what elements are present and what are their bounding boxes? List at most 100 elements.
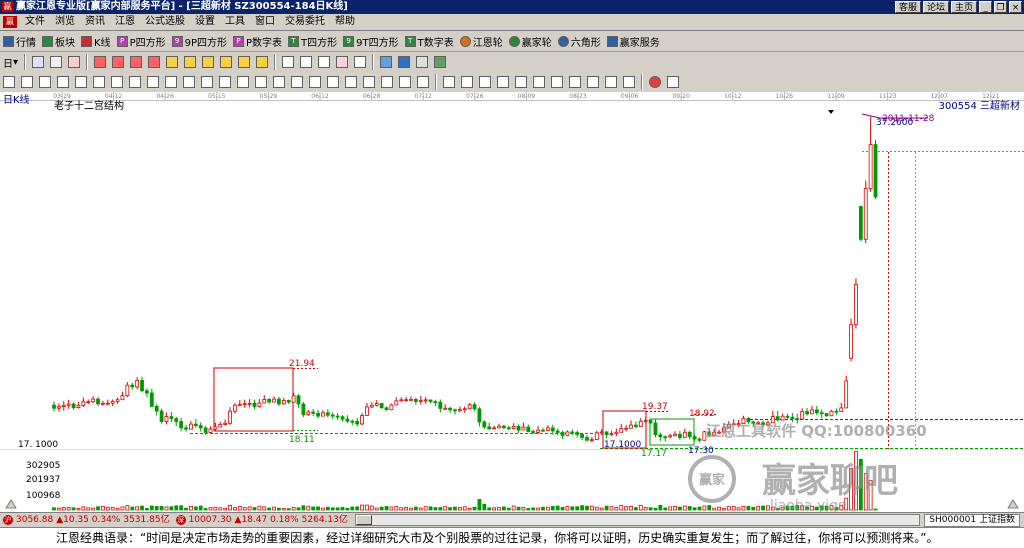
window-icon[interactable]	[380, 56, 393, 68]
cursor-icon[interactable]	[32, 56, 45, 68]
diamond-icon[interactable]	[202, 56, 215, 68]
menu-browse[interactable]: 浏览	[50, 14, 80, 30]
restore-icon[interactable]: ❐	[994, 1, 1007, 13]
time-ruler-icon[interactable]	[461, 76, 473, 88]
diamond-icon[interactable]	[166, 56, 179, 68]
9t-square-button[interactable]: 9 9T四方形	[343, 34, 399, 49]
p-square-button[interactable]: P P四方形	[116, 34, 166, 49]
period-line-icon[interactable]	[417, 76, 429, 88]
measure-icon[interactable]	[443, 76, 455, 88]
gann-grid-icon[interactable]	[39, 76, 51, 88]
angle-ruler-icon[interactable]	[497, 76, 509, 88]
rotate-icon[interactable]	[587, 76, 599, 88]
zoom-icon[interactable]	[50, 56, 63, 68]
percent-icon[interactable]	[515, 76, 527, 88]
menu-app-icon[interactable]: 赢	[3, 16, 17, 28]
spiral-icon[interactable]	[237, 76, 249, 88]
mirror-icon[interactable]	[551, 76, 563, 88]
gann-square-icon[interactable]	[75, 76, 87, 88]
fibonacci-icon[interactable]	[201, 76, 213, 88]
forum-button[interactable]: 论坛	[922, 1, 949, 13]
diamond-icon[interactable]	[220, 56, 233, 68]
last-icon[interactable]	[112, 56, 125, 68]
flag-icon[interactable]	[68, 56, 81, 68]
speed-line-icon[interactable]	[363, 76, 375, 88]
hand-icon[interactable]	[282, 56, 295, 68]
menu-news[interactable]: 资讯	[80, 14, 110, 30]
ticker-scrollbar[interactable]	[354, 514, 921, 526]
index-selector[interactable]: SH000001 上证指数	[924, 513, 1020, 527]
diamond-icon[interactable]	[184, 56, 197, 68]
split-icon[interactable]	[533, 76, 545, 88]
text-icon[interactable]	[354, 56, 367, 68]
gann-wheel-button[interactable]: 江恩轮	[459, 34, 503, 49]
close-icon[interactable]: ×	[1009, 1, 1022, 13]
menu-formula-screener[interactable]: 公式选股	[140, 14, 190, 30]
color-wheel-icon[interactable]	[649, 76, 661, 88]
minimize-icon[interactable]: _	[979, 1, 992, 13]
volume-bar	[511, 505, 516, 511]
hexagon-button[interactable]: 六角形	[557, 34, 601, 49]
print-icon[interactable]	[416, 56, 429, 68]
menu-file[interactable]: 文件	[20, 14, 50, 30]
wave-icon[interactable]	[569, 76, 581, 88]
menu-tools[interactable]: 工具	[220, 14, 250, 30]
candle-body	[291, 395, 296, 403]
gann-box-icon[interactable]	[57, 76, 69, 88]
period-selector[interactable]: 日 ▾	[3, 55, 18, 70]
menu-help[interactable]: 帮助	[330, 14, 360, 30]
arrow-icon[interactable]	[399, 76, 411, 88]
kline-button[interactable]: K线	[81, 34, 111, 49]
t-number-table-button[interactable]: T T数字表	[404, 34, 454, 49]
diamond-icon[interactable]	[238, 56, 251, 68]
ellipse-icon[interactable]	[345, 76, 357, 88]
gann-price-icon[interactable]	[183, 76, 195, 88]
first-icon[interactable]	[94, 56, 107, 68]
kline-chart[interactable]: 03-29 04-12 04-26 05-15 05-29 06-12 06-28 07-12…	[0, 92, 1024, 512]
customer-service-button[interactable]: 客服	[894, 1, 921, 13]
diamond-icon[interactable]	[256, 56, 269, 68]
rectangle-icon[interactable]	[327, 76, 339, 88]
prev-icon[interactable]	[130, 56, 143, 68]
volume-bar	[321, 507, 325, 511]
gann-star-icon[interactable]	[381, 76, 393, 88]
9p-square-button[interactable]: 9 9P四方形	[171, 34, 227, 49]
volume-bar	[56, 507, 61, 511]
gann-arc-icon[interactable]	[147, 76, 159, 88]
gann-time-icon[interactable]	[165, 76, 177, 88]
gann-line-icon[interactable]	[111, 76, 123, 88]
triangle-icon[interactable]	[309, 76, 321, 88]
marker-icon[interactable]	[336, 56, 349, 68]
p-number-table-button[interactable]: P P数字表	[233, 34, 282, 49]
t-square-button[interactable]: T T四方形	[288, 34, 337, 49]
channel-icon[interactable]	[219, 76, 231, 88]
gann-angle-icon[interactable]	[93, 76, 105, 88]
quotes-button[interactable]: 行情	[3, 34, 36, 49]
parallel-icon[interactable]	[273, 76, 285, 88]
crosshair-icon[interactable]	[300, 56, 313, 68]
scrollbar-thumb[interactable]	[355, 515, 372, 525]
candle-body	[443, 407, 448, 410]
gann-cycle-icon[interactable]	[129, 76, 141, 88]
projection-icon[interactable]	[605, 76, 617, 88]
next-icon[interactable]	[148, 56, 161, 68]
pen-icon[interactable]	[3, 76, 15, 88]
winner-wheel-button[interactable]: 赢家轮	[508, 34, 552, 49]
line-icon[interactable]	[318, 56, 331, 68]
menu-window[interactable]: 窗口	[250, 14, 280, 30]
gann-fan-icon[interactable]	[21, 76, 33, 88]
cross-icon[interactable]	[255, 76, 267, 88]
delete-drawing-icon[interactable]	[623, 76, 635, 88]
menu-gann[interactable]: 江恩	[110, 14, 140, 30]
ray-icon[interactable]	[291, 76, 303, 88]
winner-service-button[interactable]: 赢家服务	[606, 34, 660, 49]
menu-settings[interactable]: 设置	[190, 14, 220, 30]
infinity-icon[interactable]	[667, 76, 679, 88]
price-ruler-icon[interactable]	[479, 76, 491, 88]
home-button[interactable]: 主页	[950, 1, 977, 13]
candle-body	[423, 399, 428, 402]
sector-button[interactable]: 板块	[42, 34, 75, 49]
menu-trade[interactable]: 交易委托	[280, 14, 330, 30]
save-icon[interactable]	[398, 56, 411, 68]
export-icon[interactable]	[434, 56, 447, 68]
